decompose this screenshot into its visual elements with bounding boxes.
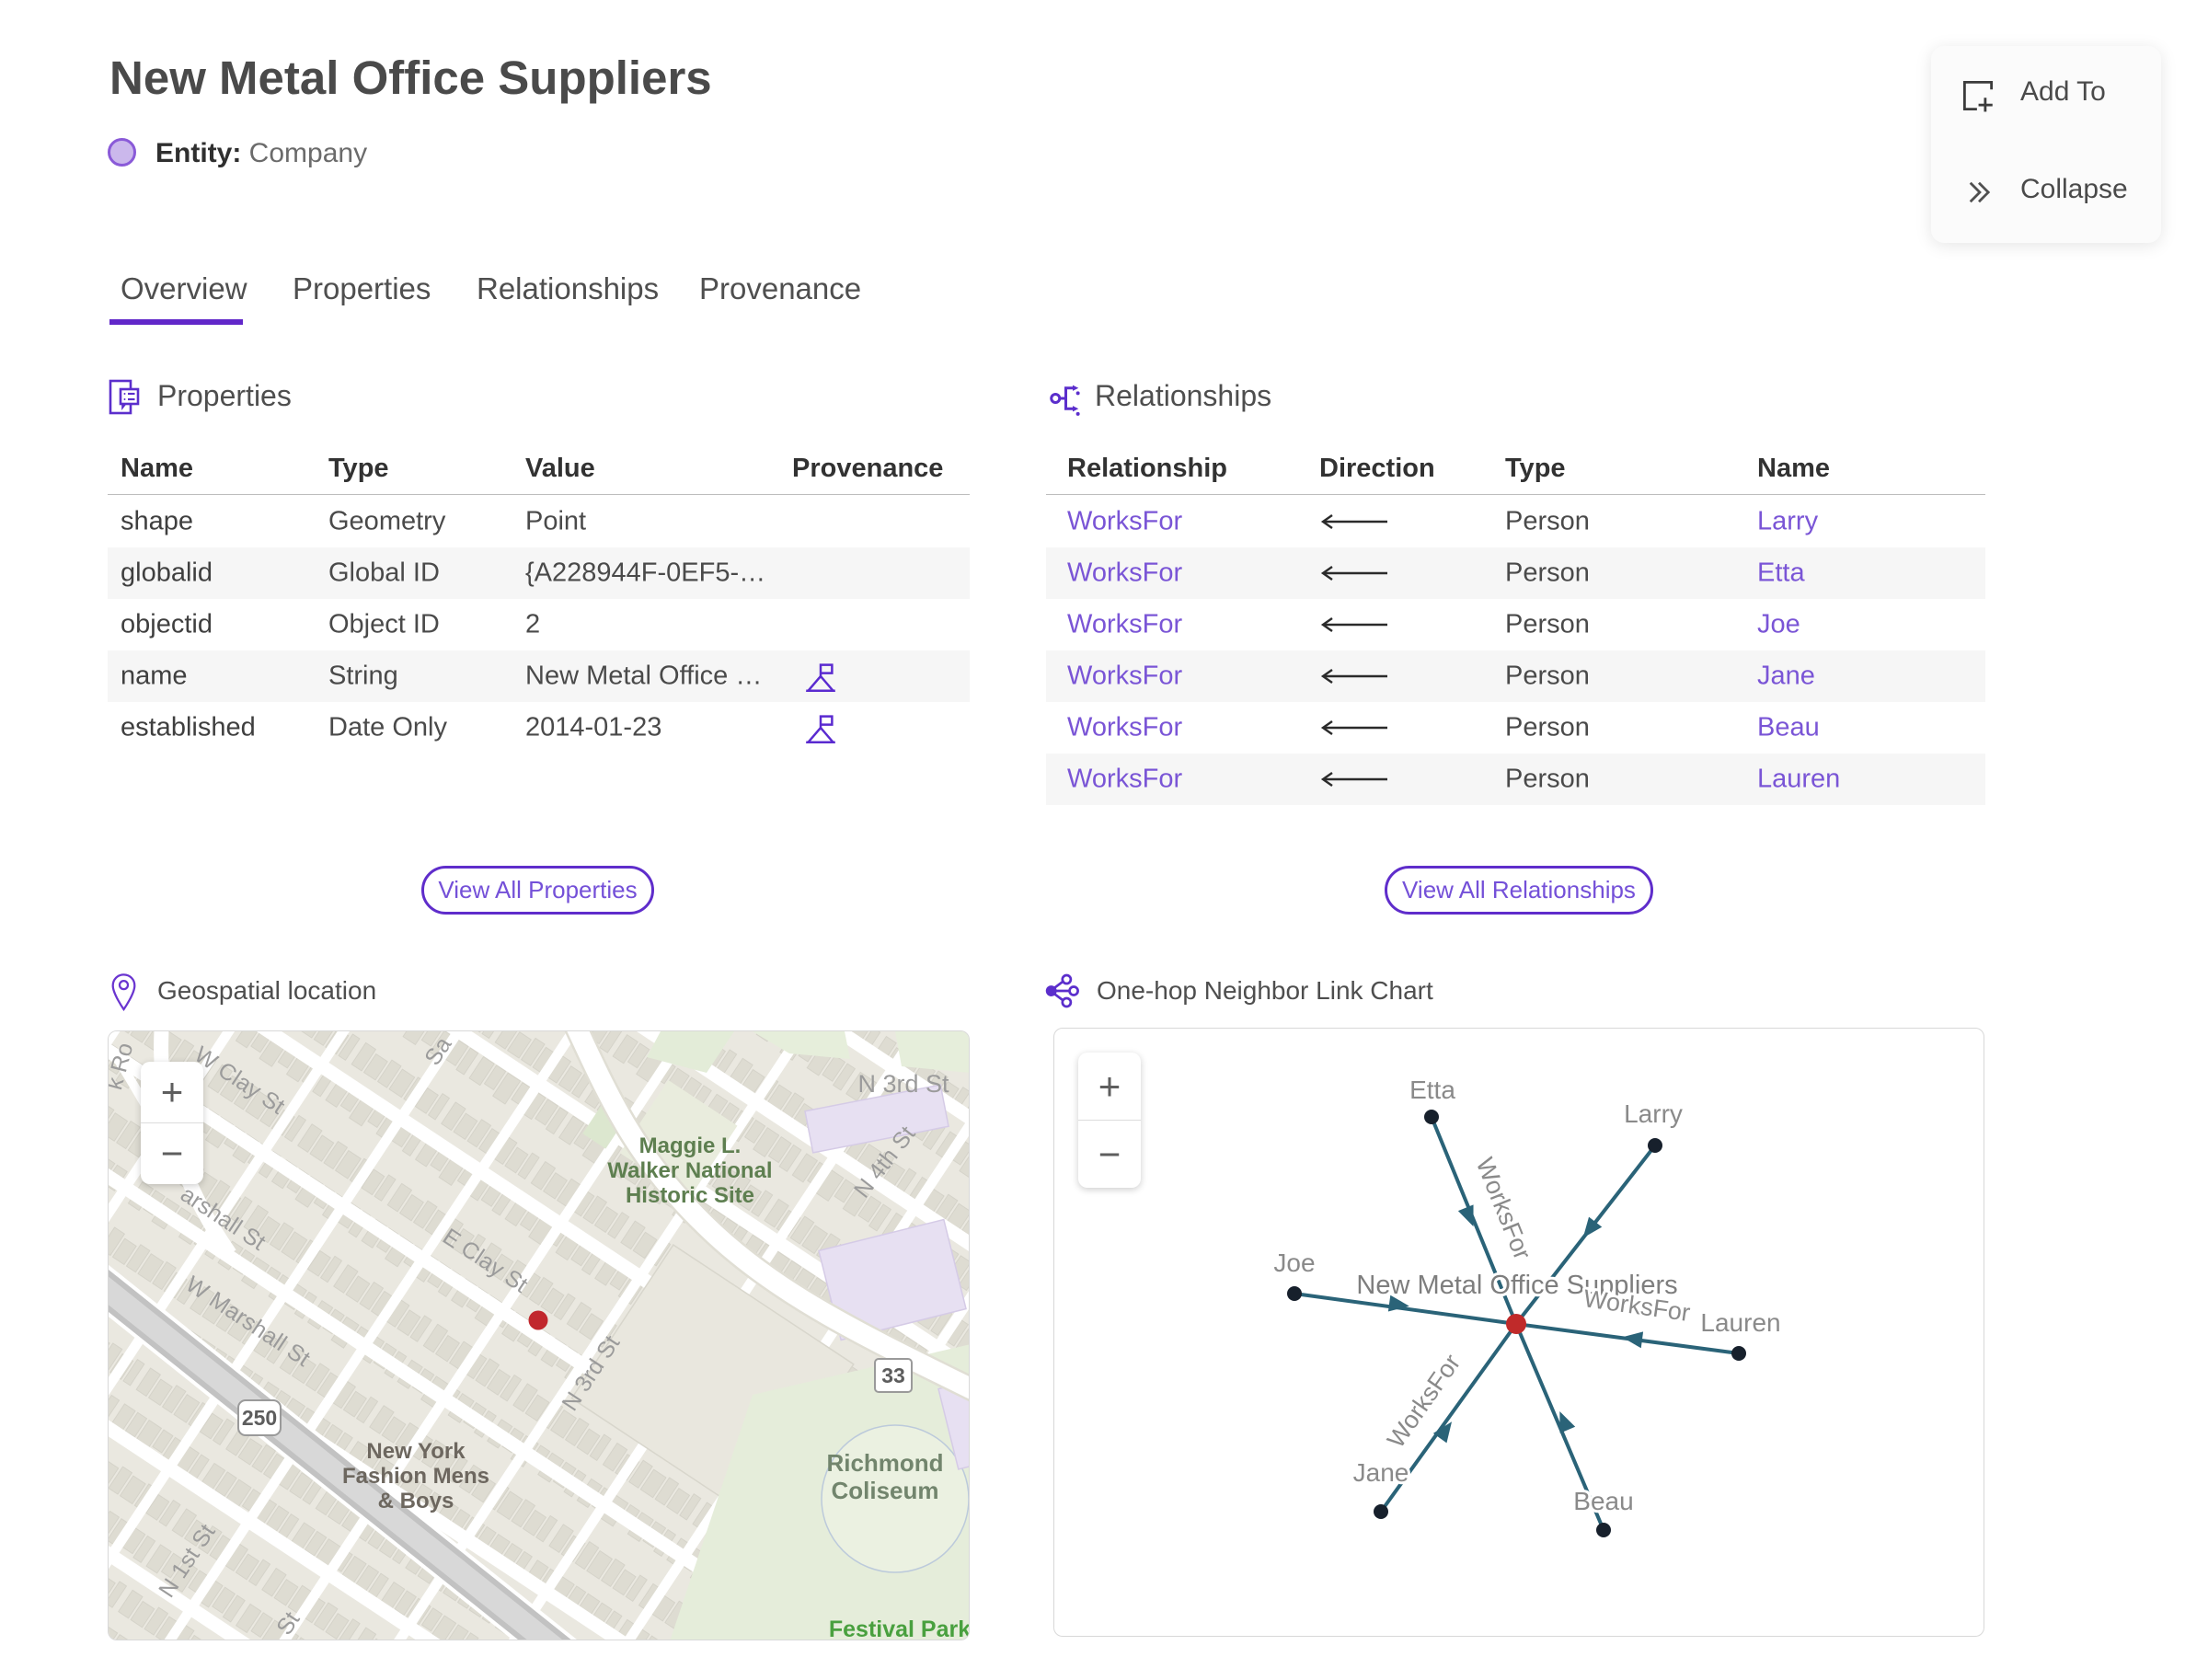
svg-text:Larry: Larry	[1624, 1099, 1683, 1128]
svg-text:Joe: Joe	[1273, 1248, 1315, 1277]
svg-text:WorksFor: WorksFor	[1382, 1350, 1466, 1454]
svg-text:Festival Park: Festival Park	[829, 1617, 970, 1640]
svg-text:Maggie L.: Maggie L.	[639, 1133, 742, 1158]
svg-text:Historic Site: Historic Site	[626, 1183, 754, 1208]
svg-text:33: 33	[881, 1364, 905, 1387]
svg-text:Walker National: Walker National	[607, 1158, 772, 1183]
svg-text:WorksFor: WorksFor	[1471, 1154, 1536, 1263]
svg-text:Etta: Etta	[1409, 1076, 1455, 1104]
svg-text:Coliseum: Coliseum	[831, 1477, 938, 1504]
svg-text:Richmond: Richmond	[826, 1449, 943, 1477]
svg-text:Lauren: Lauren	[1700, 1308, 1780, 1337]
svg-text:Fashion Mens: Fashion Mens	[342, 1464, 489, 1489]
svg-text:& Boys: & Boys	[378, 1489, 454, 1513]
svg-text:New York: New York	[366, 1439, 466, 1464]
svg-text:Jane: Jane	[1353, 1458, 1409, 1487]
svg-text:Beau: Beau	[1573, 1487, 1633, 1515]
svg-text:250: 250	[242, 1406, 277, 1430]
svg-text:N 3rd St: N 3rd St	[857, 1070, 949, 1098]
